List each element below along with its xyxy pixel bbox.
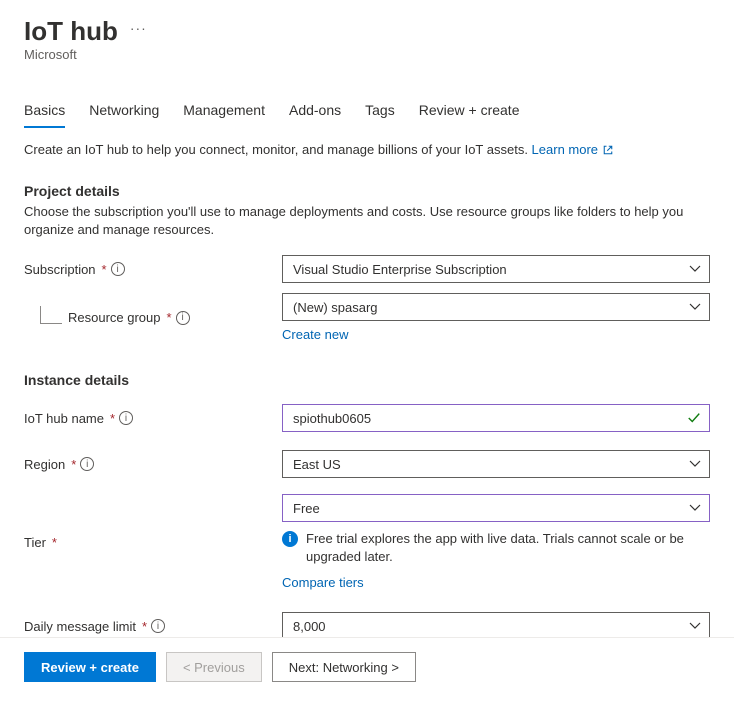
create-new-rg-link[interactable]: Create new	[282, 327, 348, 342]
tier-label: Tier	[24, 535, 46, 550]
resource-group-select[interactable]: (New) spasarg	[282, 293, 710, 321]
daily-limit-label: Daily message limit	[24, 619, 136, 634]
region-select[interactable]: East US	[282, 450, 710, 478]
iot-hub-name-label: IoT hub name	[24, 411, 104, 426]
info-badge-icon: i	[282, 531, 298, 547]
tab-networking[interactable]: Networking	[89, 96, 159, 128]
info-icon[interactable]: i	[119, 411, 133, 425]
required-marker: *	[110, 411, 115, 426]
subscription-select[interactable]: Visual Studio Enterprise Subscription	[282, 255, 710, 283]
tab-review[interactable]: Review + create	[419, 96, 520, 128]
intro-text: Create an IoT hub to help you connect, m…	[24, 142, 710, 157]
chevron-down-icon	[689, 620, 701, 632]
chevron-down-icon	[689, 263, 701, 275]
tab-addons[interactable]: Add-ons	[289, 96, 341, 128]
info-icon[interactable]: i	[111, 262, 125, 276]
review-create-button[interactable]: Review + create	[24, 652, 156, 682]
checkmark-icon	[687, 411, 701, 425]
wizard-footer: Review + create < Previous Next: Network…	[0, 637, 734, 702]
iot-hub-name-input[interactable]: spiothub0605	[282, 404, 710, 432]
info-icon[interactable]: i	[176, 311, 190, 325]
compare-tiers-link[interactable]: Compare tiers	[282, 575, 364, 590]
page-title: IoT hub	[24, 16, 118, 47]
subscription-label: Subscription	[24, 262, 96, 277]
tab-basics[interactable]: Basics	[24, 96, 65, 128]
required-marker: *	[71, 457, 76, 472]
tree-elbow-icon	[40, 306, 62, 324]
region-label: Region	[24, 457, 65, 472]
chevron-down-icon	[689, 502, 701, 514]
publisher-label: Microsoft	[24, 47, 710, 62]
previous-button: < Previous	[166, 652, 262, 682]
tier-select[interactable]: Free	[282, 494, 710, 522]
project-details-desc: Choose the subscription you'll use to ma…	[24, 203, 704, 239]
instance-details-heading: Instance details	[24, 372, 710, 388]
required-marker: *	[167, 310, 172, 325]
required-marker: *	[52, 535, 57, 550]
required-marker: *	[142, 619, 147, 634]
more-menu-icon[interactable]: ···	[126, 20, 151, 36]
tab-tags[interactable]: Tags	[365, 96, 395, 128]
chevron-down-icon	[689, 301, 701, 313]
tab-management[interactable]: Management	[183, 96, 265, 128]
resource-group-label: Resource group	[68, 310, 161, 325]
chevron-down-icon	[689, 458, 701, 470]
info-icon[interactable]: i	[80, 457, 94, 471]
tab-bar: Basics Networking Management Add-ons Tag…	[24, 96, 710, 128]
project-details-heading: Project details	[24, 183, 710, 199]
info-icon[interactable]: i	[151, 619, 165, 633]
external-link-icon	[602, 144, 614, 156]
next-button[interactable]: Next: Networking >	[272, 652, 416, 682]
learn-more-link[interactable]: Learn more	[532, 142, 614, 157]
tier-info-text: Free trial explores the app with live da…	[306, 530, 710, 565]
required-marker: *	[102, 262, 107, 277]
